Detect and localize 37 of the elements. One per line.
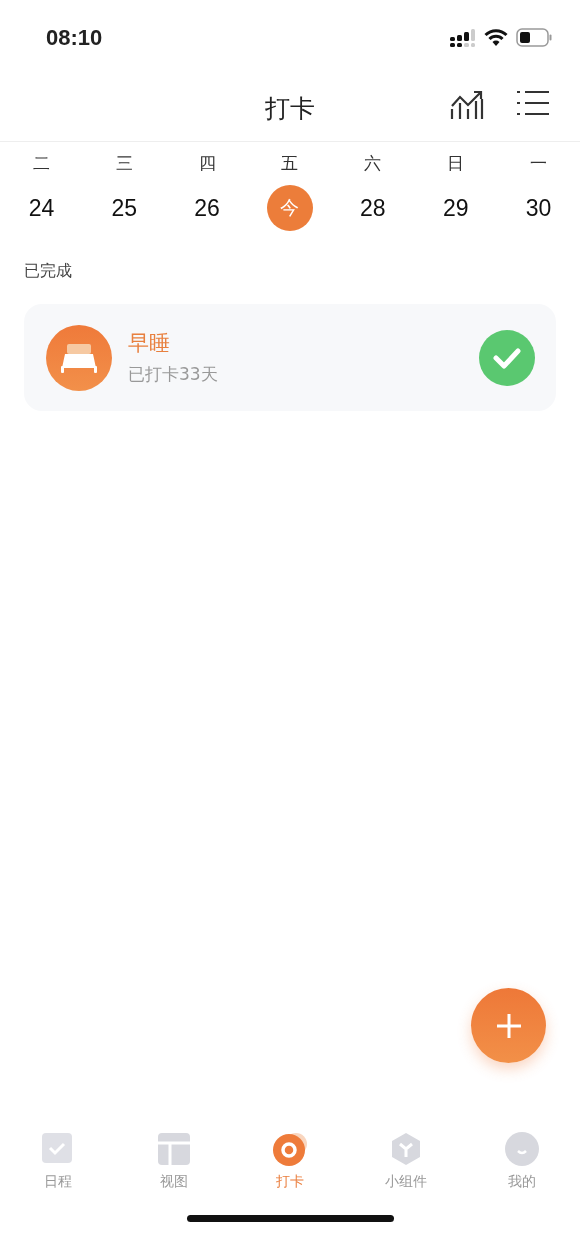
tab-item[interactable]: 日程 [13, 1131, 103, 1191]
tab-item[interactable]: 我的 [477, 1131, 567, 1191]
add-button[interactable] [471, 988, 546, 1063]
tab-item[interactable]: 打卡 [245, 1131, 335, 1191]
habit-card[interactable]: 早睡 已打卡33天 [24, 304, 556, 411]
page-title: 打卡 [265, 92, 315, 125]
plus-icon [494, 1011, 523, 1040]
layout-icon [156, 1131, 192, 1167]
signal-icon [450, 28, 476, 47]
target-icon [272, 1131, 308, 1167]
date-item[interactable]: 29 [432, 185, 479, 231]
tab-item[interactable]: 视图 [129, 1131, 219, 1191]
weekday-label: 一 [530, 152, 548, 175]
bed-icon [46, 324, 112, 391]
date-item[interactable]: 28 [349, 185, 396, 231]
weekday-label: 四 [198, 152, 216, 175]
date-item[interactable]: 25 [101, 185, 148, 231]
section-title: 已完成 [24, 261, 73, 282]
weekday-label: 三 [115, 152, 133, 175]
weekday-label: 日 [447, 152, 465, 175]
statistics-icon[interactable] [450, 89, 484, 121]
battery-icon [516, 28, 552, 47]
date-item[interactable]: 今 [267, 185, 313, 231]
streak-text: 已打卡33天 [128, 363, 219, 386]
weekday-label: 二 [32, 152, 50, 175]
smiley-icon [504, 1131, 540, 1167]
check-icon[interactable] [479, 329, 535, 386]
weekday-label: 六 [364, 152, 382, 175]
tab-item[interactable]: 小组件 [361, 1131, 451, 1191]
status-time: 08:10 [46, 24, 103, 51]
date-item[interactable]: 30 [515, 185, 562, 231]
wifi-icon [484, 29, 508, 46]
menu-icon[interactable] [516, 89, 550, 117]
date-item[interactable]: 24 [18, 185, 65, 231]
date-item[interactable]: 26 [184, 185, 231, 231]
habit-name: 早睡 [128, 330, 171, 357]
weekday-label: 五 [281, 152, 299, 175]
